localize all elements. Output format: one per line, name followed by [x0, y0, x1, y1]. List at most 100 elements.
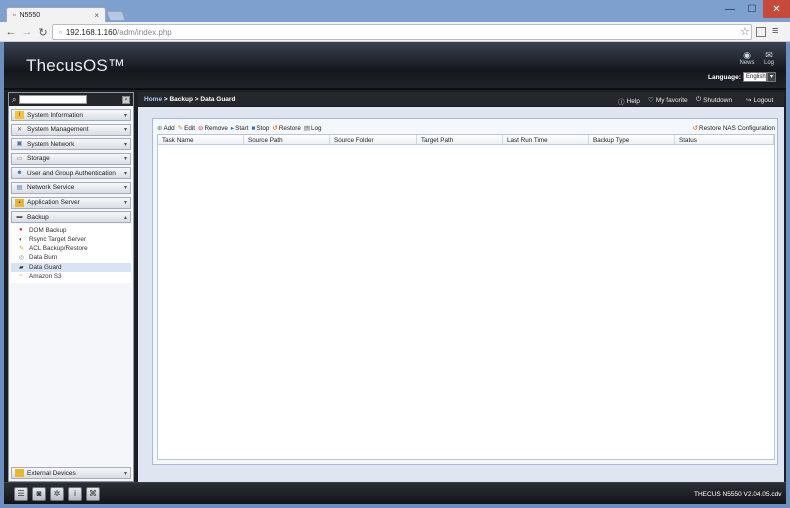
main-content: ⊕ Add ✎ Edit ⊖ Remove ▸ Start ■ Stop ↺ Restore… [138, 107, 784, 482]
add-button[interactable]: ⊕ Add [157, 124, 175, 133]
sidebar: ⌕ × i System Information ▾ ✕ System Mana… [8, 92, 134, 482]
backup-icon: ▬ [16, 214, 23, 221]
chevron-down-icon: ▾ [123, 156, 127, 163]
chevron-down-icon: ▾ [123, 170, 127, 177]
url-input[interactable]: ▫ 192.168.1.160/adm/index.php [52, 24, 752, 40]
news-label: News [739, 60, 755, 66]
sidebar-item-label: External Devices [27, 469, 76, 477]
chevron-up-icon: ▴ [123, 214, 127, 221]
camera-icon[interactable]: ◙ [32, 487, 46, 501]
new-tab-button[interactable] [106, 11, 126, 21]
chevron-down-icon[interactable]: ▾ [767, 72, 776, 82]
acl-icon: ✎ [19, 246, 25, 253]
edit-button[interactable]: ✎ Edit [178, 124, 195, 133]
language-select[interactable]: English [743, 72, 767, 82]
sub-item-data-guard[interactable]: ▰ Data Guard [11, 262, 131, 272]
chevron-down-icon: ▾ [123, 141, 127, 148]
breadcrumb-home-link[interactable]: Home [144, 96, 162, 103]
start-button[interactable]: ▸ Start [231, 124, 249, 133]
minimize-button[interactable]: — [719, 0, 741, 18]
firmware-version: THECUS N5550 V2.04.05.cdv [694, 491, 782, 498]
log-button[interactable]: ✉ Log [760, 50, 778, 66]
app-server-icon: ▪ [15, 198, 24, 207]
chevron-down-icon: ▾ [123, 185, 127, 192]
help-button[interactable]: ⓘ Help [618, 96, 640, 107]
restore-icon: ↺ [272, 125, 278, 132]
sidebar-item-backup[interactable]: ▬ Backup ▴ [11, 211, 131, 224]
remove-label: Remove [204, 124, 228, 132]
heart-icon: ♡ [648, 97, 654, 104]
network-service-icon: ▤ [16, 184, 23, 191]
column-header-backup-type[interactable]: Backup Type [589, 135, 675, 144]
sub-item-label: Rsync Target Server [29, 236, 86, 244]
toolbar: ⊕ Add ✎ Edit ⊖ Remove ▸ Start ■ Stop ↺ Restore… [157, 123, 775, 133]
sidebar-item-system-network[interactable]: ▣ System Network ▾ [11, 138, 131, 151]
restore-button[interactable]: ↺ Restore [272, 124, 301, 133]
chevron-down-icon: ▾ [123, 470, 127, 477]
bookmark-star-icon[interactable]: ☆ [740, 25, 750, 38]
table-header: Task Name Source Path Source Folder Targ… [158, 135, 774, 145]
my-favorite-button[interactable]: ♡ My favorite [648, 96, 688, 105]
extension-icon[interactable] [756, 27, 766, 37]
remove-button[interactable]: ⊖ Remove [198, 124, 228, 133]
sidebar-item-system-information[interactable]: i System Information ▾ [11, 109, 131, 121]
shutdown-button[interactable]: ⏻ Shutdown [696, 96, 732, 104]
sub-item-rsync-target[interactable]: ◐ Rsync Target Server [11, 235, 131, 244]
stop-label: Stop [256, 124, 270, 132]
column-header-target-path[interactable]: Target Path [417, 135, 503, 144]
column-header-source-path[interactable]: Source Path [244, 135, 330, 144]
sidebar-item-network-service[interactable]: ▤ Network Service ▾ [11, 181, 131, 194]
amazon-icon: ~ [19, 273, 23, 280]
sidebar-menu: i System Information ▾ ✕ System Manageme… [11, 109, 131, 286]
sidebar-item-user-group-auth[interactable]: ☻ User and Group Authentication ▾ [11, 167, 131, 180]
column-header-source-folder[interactable]: Source Folder [330, 135, 417, 144]
url-path: /adm/index.php [117, 27, 172, 37]
search-input[interactable] [19, 95, 88, 104]
column-header-last-run-time[interactable]: Last Run Time [503, 135, 589, 144]
logout-button[interactable]: ↪ Logout [746, 96, 774, 105]
address-bar: ← → ↻ ▫ 192.168.1.160/adm/index.php ☆ ≡ [0, 22, 790, 42]
network-icon: ▣ [16, 141, 23, 148]
breadcrumb-section[interactable]: Backup [169, 96, 192, 103]
sub-item-acl-backup[interactable]: ✎ ACL Backup/Restore [11, 244, 131, 253]
page-title: Data Guard [200, 95, 236, 103]
restore-nas-config-button[interactable]: ↺ Restore NAS Configuration [692, 124, 775, 133]
add-label: Add [163, 124, 175, 132]
sub-item-dom-backup[interactable]: ● DOM Backup [11, 226, 131, 235]
news-button[interactable]: ◉ News [738, 50, 756, 66]
column-header-status[interactable]: Status [675, 135, 774, 144]
close-window-button[interactable]: ✕ [763, 0, 790, 18]
browser-tab[interactable]: ▫ N5550 × [6, 7, 106, 22]
restore-nas-icon: ↺ [692, 125, 699, 132]
tools-icon: ✕ [16, 126, 23, 133]
log-button[interactable]: ▤ Log [304, 124, 322, 133]
sidebar-item-system-management[interactable]: ✕ System Management ▾ [11, 123, 131, 136]
sidebar-item-storage[interactable]: ▭ Storage ▾ [11, 152, 131, 165]
reload-icon[interactable]: ↻ [36, 24, 50, 40]
stop-button[interactable]: ■ Stop [251, 125, 269, 132]
sidebar-item-external-devices[interactable]: External Devices ▾ [11, 467, 131, 479]
logout-label: Logout [753, 96, 774, 104]
back-icon[interactable]: ← [4, 24, 18, 40]
column-header-task-name[interactable]: Task Name [158, 135, 244, 144]
forward-icon[interactable]: → [20, 24, 34, 40]
sidebar-item-application-server[interactable]: ▪ Application Server ▾ [11, 196, 131, 209]
info-icon[interactable]: i [68, 487, 82, 501]
help-label: Help [626, 97, 640, 105]
external-devices-icon [15, 469, 24, 477]
sub-item-amazon-s3[interactable]: ~ Amazon S3 [11, 272, 131, 281]
tab-close-icon[interactable]: × [94, 11, 99, 20]
restore-label: Restore [278, 124, 301, 132]
start-label: Start [235, 124, 249, 132]
maximize-button[interactable]: ☐ [741, 0, 763, 18]
search-clear-button[interactable]: × [122, 95, 130, 104]
list-icon[interactable]: ☰ [14, 487, 28, 501]
sidebar-item-label: System Information [27, 111, 83, 119]
browser-menu-icon[interactable]: ≡ [772, 25, 778, 37]
restore-nas-label: Restore NAS Configuration [699, 124, 775, 132]
network-tree-icon[interactable]: ⌘ [86, 487, 100, 501]
settings-icon[interactable]: ✲ [50, 487, 64, 501]
sidebar-item-label: Application Server [27, 199, 80, 207]
info-icon: i [15, 111, 24, 119]
sub-item-data-burn[interactable]: ◎ Data Burn [11, 253, 131, 262]
